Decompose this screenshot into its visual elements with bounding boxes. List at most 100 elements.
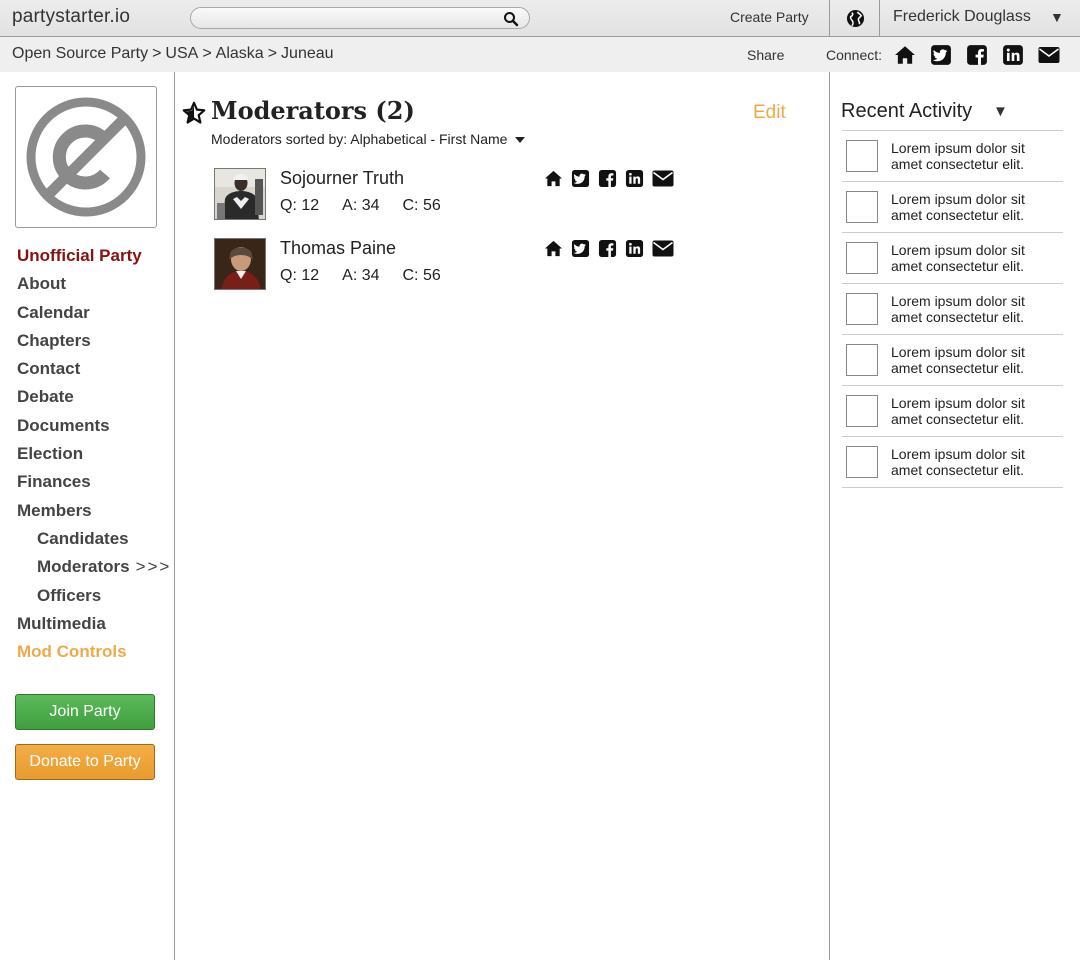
avatar[interactable]	[214, 168, 266, 220]
activity-thumbnail	[846, 242, 878, 274]
donate-party-button[interactable]: Donate to Party	[15, 744, 155, 780]
recent-activity-panel: Recent Activity ▼ Lorem ipsum dolor sit …	[829, 72, 1080, 960]
twitter-icon[interactable]	[571, 169, 590, 188]
activity-thumbnail	[846, 446, 878, 478]
caret-down-icon	[515, 137, 526, 144]
activity-item[interactable]: Lorem ipsum dolor sit amet consectetur e…	[842, 386, 1063, 437]
sidebar-item-finances[interactable]: Finances	[17, 468, 167, 496]
star-icon[interactable]	[182, 101, 206, 125]
connect-label: Connect:	[826, 47, 883, 63]
activity-item[interactable]: Lorem ipsum dolor sit amet consectetur e…	[842, 182, 1063, 233]
create-party-link[interactable]: Create Party	[730, 9, 809, 25]
activity-text: Lorem ipsum dolor sit amet consectetur e…	[891, 140, 1025, 172]
activity-thumbnail	[846, 293, 878, 325]
activity-text: Lorem ipsum dolor sit amet consectetur e…	[891, 446, 1025, 478]
linkedin-icon[interactable]	[625, 169, 644, 188]
facebook-icon[interactable]	[598, 239, 617, 258]
activity-thumbnail	[846, 395, 878, 427]
recent-activity-list: Lorem ipsum dolor sit amet consectetur e…	[842, 130, 1063, 488]
facebook-icon[interactable]	[966, 44, 988, 66]
sidebar-item-election[interactable]: Election	[17, 440, 167, 468]
share-link[interactable]: Share	[747, 47, 784, 63]
moderator-social-icons	[544, 239, 674, 258]
left-sidebar: Unofficial Party About Calendar Chapters…	[0, 72, 175, 960]
search-icon[interactable]	[503, 11, 519, 27]
stat-questions: Q: 12	[280, 267, 320, 284]
email-icon[interactable]	[652, 169, 674, 188]
moderator-stats: Q: 12 A: 34 C: 56	[280, 197, 441, 215]
sidebar-item-contact[interactable]: Contact	[17, 355, 167, 383]
activity-text: Lorem ipsum dolor sit amet consectetur e…	[891, 344, 1025, 376]
breadcrumb-item[interactable]: USA	[165, 45, 198, 62]
activity-item[interactable]: Lorem ipsum dolor sit amet consectetur e…	[842, 335, 1063, 386]
sidebar-item-about[interactable]: About	[17, 270, 167, 298]
stat-answers: A: 34	[342, 197, 380, 214]
sidebar-nav: Unofficial Party About Calendar Chapters…	[17, 242, 169, 666]
breadcrumb: Open Source Party > USA > Alaska > Juneau	[12, 45, 334, 63]
twitter-icon[interactable]	[571, 239, 590, 258]
activity-text: Lorem ipsum dolor sit amet consectetur e…	[891, 395, 1025, 427]
moderator-name[interactable]: Sojourner Truth	[280, 168, 404, 189]
site-logo[interactable]: partystarter.io	[12, 6, 130, 28]
activity-item[interactable]: Lorem ipsum dolor sit amet consectetur e…	[842, 437, 1063, 488]
search-input[interactable]	[201, 10, 491, 26]
avatar[interactable]	[214, 238, 266, 290]
language-selector[interactable]	[829, 0, 880, 37]
party-logo	[15, 86, 157, 228]
page-title: Moderators (2)	[211, 96, 415, 125]
breadcrumb-separator: >	[202, 45, 212, 62]
linkedin-icon[interactable]	[1002, 44, 1024, 66]
public-domain-logo	[26, 97, 146, 217]
activity-thumbnail	[846, 191, 878, 223]
sort-label: Moderators sorted by: Alphabetical - Fir…	[211, 131, 508, 147]
recent-activity-title: Recent Activity	[841, 100, 973, 122]
chevron-down-icon[interactable]: ▼	[1050, 9, 1064, 25]
activity-thumbnail	[846, 344, 878, 376]
sidebar-item-chapters[interactable]: Chapters	[17, 327, 167, 355]
connect-icons	[894, 44, 1060, 66]
activity-item[interactable]: Lorem ipsum dolor sit amet consectetur e…	[842, 131, 1063, 182]
email-icon[interactable]	[652, 239, 674, 258]
email-icon[interactable]	[1038, 44, 1060, 66]
breadcrumb-item[interactable]: Alaska	[216, 45, 264, 62]
edit-button[interactable]: Edit	[753, 102, 786, 124]
moderator-stats: Q: 12 A: 34 C: 56	[280, 267, 441, 285]
facebook-icon[interactable]	[598, 169, 617, 188]
chevron-down-icon[interactable]: ▼	[993, 103, 1008, 120]
activity-item[interactable]: Lorem ipsum dolor sit amet consectetur e…	[842, 284, 1063, 335]
globe-icon	[846, 9, 865, 28]
sidebar-item-mod-controls[interactable]: Mod Controls	[17, 638, 167, 666]
main-content: Moderators (2) Edit Moderators sorted by…	[176, 72, 829, 960]
sidebar-item-label: Moderators	[37, 557, 130, 577]
sidebar-item-members[interactable]: Members	[17, 497, 167, 525]
breadcrumb-separator: >	[267, 45, 278, 62]
sidebar-item-debate[interactable]: Debate	[17, 383, 167, 411]
linkedin-icon[interactable]	[625, 239, 644, 258]
breadcrumb-separator: >	[152, 45, 162, 62]
user-menu[interactable]: Frederick Douglass	[893, 8, 1031, 26]
stat-answers: A: 34	[342, 267, 380, 284]
sidebar-item-documents[interactable]: Documents	[17, 412, 167, 440]
home-icon[interactable]	[544, 239, 563, 258]
join-party-button[interactable]: Join Party	[15, 694, 155, 730]
activity-thumbnail	[846, 140, 878, 172]
sort-dropdown[interactable]: Moderators sorted by: Alphabetical - Fir…	[211, 131, 526, 147]
sidebar-item-unofficial-party[interactable]: Unofficial Party	[17, 242, 167, 270]
search-box[interactable]	[190, 7, 530, 29]
home-icon[interactable]	[894, 44, 916, 66]
breadcrumb-item[interactable]: Juneau	[281, 45, 334, 62]
activity-text: Lorem ipsum dolor sit amet consectetur e…	[891, 242, 1025, 274]
sidebar-item-candidates[interactable]: Candidates	[17, 525, 167, 553]
twitter-icon[interactable]	[930, 44, 952, 66]
activity-text: Lorem ipsum dolor sit amet consectetur e…	[891, 191, 1025, 223]
sidebar-item-multimedia[interactable]: Multimedia	[17, 610, 167, 638]
breadcrumb-item[interactable]: Open Source Party	[12, 45, 148, 62]
sidebar-item-calendar[interactable]: Calendar	[17, 299, 167, 327]
activity-item[interactable]: Lorem ipsum dolor sit amet consectetur e…	[842, 233, 1063, 284]
activity-text: Lorem ipsum dolor sit amet consectetur e…	[891, 293, 1025, 325]
moderator-name[interactable]: Thomas Paine	[280, 238, 396, 259]
sidebar-item-moderators[interactable]: Moderators >>>	[17, 553, 169, 581]
moderator-social-icons	[544, 169, 674, 188]
home-icon[interactable]	[544, 169, 563, 188]
sidebar-item-officers[interactable]: Officers	[17, 582, 167, 610]
